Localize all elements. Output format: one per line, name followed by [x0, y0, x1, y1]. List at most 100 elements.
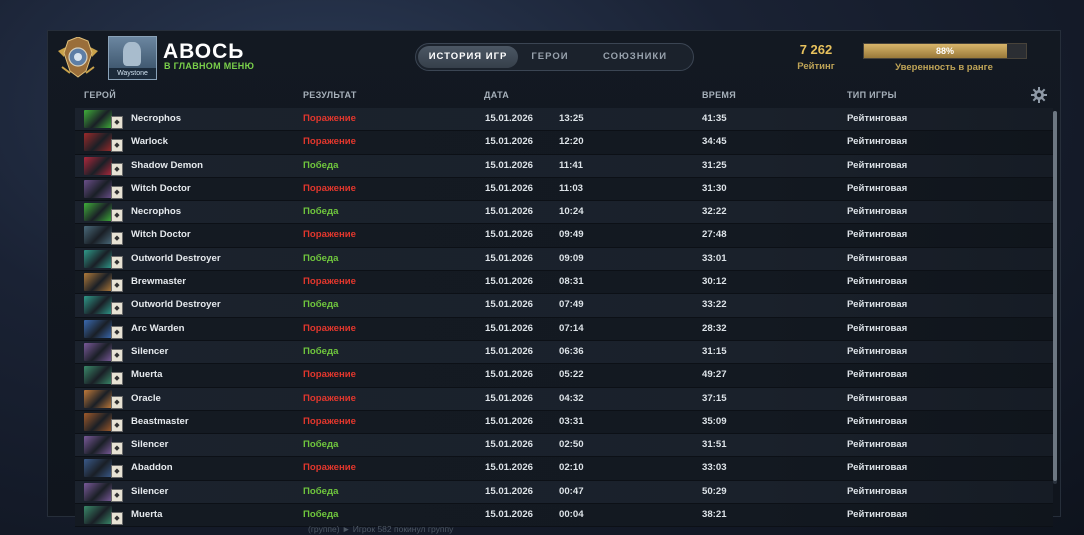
hero-name: Silencer: [131, 345, 169, 357]
match-duration: 34:45: [702, 136, 727, 148]
confidence-bar: 88%: [863, 43, 1027, 59]
column-header-duration[interactable]: ВРЕМЯ: [702, 90, 736, 100]
hero-role-icon: ◆: [111, 185, 123, 199]
table-row[interactable]: ◆ Witch Doctor Поражение 15.01.2026 09:49 27:…: [75, 224, 1053, 248]
hero-portrait: [84, 389, 112, 408]
match-date: 15.01.2026: [485, 439, 534, 451]
hero-role-icon: ◆: [111, 348, 123, 362]
hero-role-icon: ◆: [111, 209, 123, 223]
table-row[interactable]: ◆ Warlock Поражение 15.01.2026 12:20 34:45 Рей…: [75, 131, 1053, 155]
table-row[interactable]: ◆ Necrophos Победа 15.01.2026 10:24 32:22 Рейт…: [75, 201, 1053, 225]
table-row[interactable]: ◆ Outworld Destroyer Победа 15.01.2026 09:09…: [75, 247, 1053, 272]
match-result: Поражение: [303, 182, 356, 194]
match-type: Рейтинговая: [847, 252, 908, 264]
table-row[interactable]: ◆ Beastmaster Поражение 15.01.2026 03:31 35:0…: [75, 410, 1053, 435]
column-header-date[interactable]: ДАТА: [484, 90, 509, 100]
match-duration: 49:27: [702, 369, 727, 381]
match-type: Рейтинговая: [847, 113, 908, 124]
match-result: Поражение: [303, 415, 356, 427]
match-type: Рейтинговая: [847, 229, 908, 241]
hero-portrait: [84, 133, 112, 152]
match-result: Победа: [303, 345, 339, 357]
hero-role-icon: ◆: [111, 418, 123, 432]
table-row[interactable]: ◆ Muerta Победа 15.01.2026 00:04 38:21 Рейтинг…: [75, 504, 1053, 528]
hero-role-icon: ◆: [111, 372, 123, 386]
hero-name: Beastmaster: [131, 415, 189, 427]
match-type: Рейтинговая: [847, 159, 908, 171]
rating-value: 7 262: [799, 42, 833, 57]
table-row[interactable]: ◆ Witch Doctor Поражение 15.01.2026 11:03 31:…: [75, 177, 1053, 202]
match-date: 15.01.2026: [485, 392, 534, 404]
match-date: 15.01.2026: [485, 322, 534, 334]
match-type: Рейтинговая: [847, 182, 908, 194]
hero-portrait: [84, 482, 112, 501]
match-date: 15.01.2026: [485, 369, 534, 381]
match-result: Поражение: [303, 322, 356, 334]
match-type: Рейтинговая: [847, 485, 908, 497]
match-date: 15.01.2026: [485, 509, 534, 521]
match-result: Поражение: [303, 276, 356, 288]
match-result: Победа: [303, 439, 339, 451]
match-type: Рейтинговая: [847, 345, 908, 357]
match-result: Победа: [303, 159, 339, 171]
table-row[interactable]: ◆ Outworld Destroyer Победа 15.01.2026 07:49…: [75, 294, 1053, 318]
table-row[interactable]: ◆ Shadow Demon Победа 15.01.2026 11:41 31:25 Р…: [75, 154, 1053, 178]
match-date: 15.01.2026: [485, 159, 534, 171]
match-date: 15.01.2026: [485, 462, 534, 474]
scrollbar-thumb[interactable]: [1053, 111, 1057, 481]
match-time: 10:24: [559, 206, 584, 218]
table-row[interactable]: ◆ Oracle Поражение 15.01.2026 04:32 37:15 Рейт…: [75, 387, 1053, 411]
match-time: 11:41: [559, 159, 584, 171]
hero-portrait: [84, 506, 112, 525]
match-result: Победа: [303, 485, 339, 497]
confidence-percent: 88%: [935, 46, 954, 56]
match-type: Рейтинговая: [847, 439, 908, 451]
hero-name: Arc Warden: [131, 322, 185, 334]
profile-header: Waystone АВОСЬ В ГЛАВНОМ МЕНЮ ИСТОРИЯ ИГ…: [48, 31, 1060, 85]
match-type: Рейтинговая: [847, 462, 908, 474]
table-row[interactable]: ◆ Arc Warden Поражение 15.01.2026 07:14 28:32…: [75, 317, 1053, 341]
match-result: Поражение: [303, 462, 356, 474]
match-duration: 33:22: [702, 299, 727, 311]
column-header-game-type[interactable]: ТИП ИГРЫ: [847, 90, 897, 100]
table-row[interactable]: ◆ Muerta Поражение 15.01.2026 05:22 49:27 Рейт…: [75, 364, 1053, 388]
match-result: Победа: [303, 509, 339, 521]
avatar-caption: Waystone: [109, 68, 156, 79]
match-time: 07:49: [559, 299, 584, 311]
hero-name: Witch Doctor: [131, 182, 191, 194]
tab-allies[interactable]: СОЮЗНИКИ: [582, 46, 688, 68]
tab-match-history[interactable]: ИСТОРИЯ ИГР: [418, 46, 518, 68]
hero-name: Muerta: [131, 509, 163, 521]
hero-name: Silencer: [131, 439, 169, 451]
table-row[interactable]: ◆ Necrophos Поражение 15.01.2026 13:25 41:35 Р…: [75, 108, 1053, 132]
match-date: 15.01.2026: [485, 182, 534, 194]
tab-heroes[interactable]: ГЕРОИ: [520, 46, 580, 68]
match-duration: 32:22: [702, 206, 727, 218]
table-row[interactable]: ◆ Silencer Победа 15.01.2026 06:36 31:15 Рейти…: [75, 340, 1053, 365]
table-row[interactable]: ◆ Silencer Победа 15.01.2026 00:47 50:29 Рейти…: [75, 480, 1053, 505]
scrollbar[interactable]: [1053, 111, 1057, 484]
gear-icon[interactable]: [1031, 87, 1047, 103]
column-header-hero[interactable]: ГЕРОЙ: [84, 90, 116, 100]
hero-portrait: [84, 436, 112, 455]
match-result: Победа: [303, 206, 339, 218]
table-row[interactable]: ◆ Brewmaster Поражение 15.01.2026 08:31 30:12…: [75, 271, 1053, 295]
match-time: 09:09: [559, 252, 584, 264]
match-date: 15.01.2026: [485, 136, 534, 148]
table-row[interactable]: ◆ Silencer Победа 15.01.2026 02:50 31:51 Рейти…: [75, 434, 1053, 458]
hero-role-icon: ◆: [111, 325, 123, 339]
match-duration: 31:25: [702, 159, 727, 171]
match-duration: 50:29: [702, 485, 727, 497]
match-date: 15.01.2026: [485, 276, 534, 288]
hero-name: Necrophos: [131, 113, 182, 124]
hero-portrait: [84, 342, 112, 361]
hero-name: Silencer: [131, 485, 169, 497]
hero-role-icon: ◆: [111, 255, 123, 269]
hero-role-icon: ◆: [111, 279, 123, 293]
column-header-result[interactable]: РЕЗУЛЬТАТ: [303, 90, 357, 100]
match-duration: 33:03: [702, 462, 727, 474]
match-duration: 30:12: [702, 276, 727, 288]
hero-name: Outworld Destroyer: [131, 252, 221, 264]
avatar[interactable]: Waystone: [108, 36, 157, 80]
table-row[interactable]: ◆ Abaddon Поражение 15.01.2026 02:10 33:03 Рей…: [75, 457, 1053, 481]
